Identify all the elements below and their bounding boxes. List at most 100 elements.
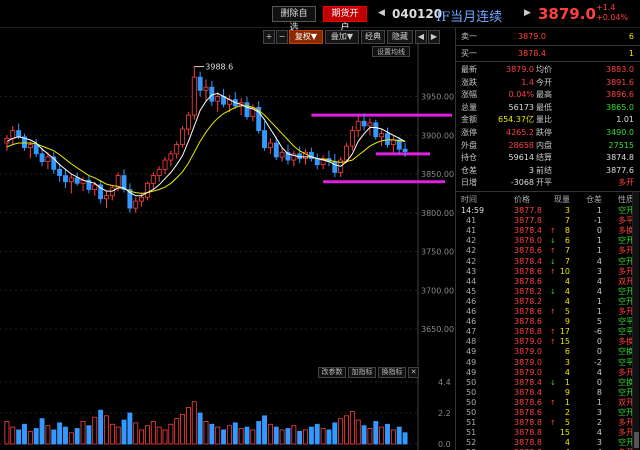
tick-row: 49 3879.0 4 4 多开	[456, 368, 640, 378]
tick-time: 42	[466, 246, 477, 256]
tick-volume: 9	[564, 317, 570, 327]
tick-volume: 6	[564, 236, 570, 246]
volume-bar	[308, 426, 314, 445]
price-tick-label: 3750.00	[421, 248, 454, 257]
stat-value: -3068	[510, 178, 534, 188]
candle-body	[139, 196, 145, 202]
candle-body	[45, 156, 51, 162]
candle-body	[104, 195, 109, 200]
tick-direction-icon: ↓	[550, 237, 556, 246]
volume-bar	[51, 429, 57, 445]
volume-bar	[133, 422, 139, 445]
add-indicator-button[interactable]: 加指标	[348, 367, 376, 378]
volume-bar	[355, 419, 361, 445]
tick-oi-change: 4	[596, 256, 602, 266]
prev-arrow-icon[interactable]: ◀	[378, 8, 385, 18]
stat-value: 多开	[618, 178, 634, 188]
volume-bar	[320, 428, 326, 445]
candle-body	[349, 130, 355, 147]
candle-body	[215, 96, 221, 102]
price-axis: 3950.00 3900.00 3850.00 3800.00 3750.00 3700.…	[421, 93, 454, 335]
scrollbar-thumb[interactable]	[634, 432, 639, 448]
tick-volume: 8	[564, 226, 570, 236]
sell1-qty: 6	[628, 32, 634, 41]
change-params-button[interactable]: 改参数	[318, 367, 346, 378]
tick-volume: 7	[564, 246, 570, 256]
next-arrow-icon[interactable]: ▶	[524, 8, 531, 18]
zoom-out-button[interactable]: −	[276, 30, 288, 44]
stat-value: 3879.0	[506, 65, 534, 74]
candle-body	[16, 130, 22, 138]
ticks-scrollbar[interactable]	[632, 192, 639, 450]
volume-bar	[402, 432, 408, 445]
volume-bar	[232, 422, 238, 445]
volume-bar	[27, 430, 33, 445]
switch-indicator-button[interactable]: 换指标	[378, 367, 406, 378]
stat-label: 外盘	[461, 140, 477, 150]
volume-tick-label: 2.2	[438, 409, 451, 418]
buy1-row: 买一 3878.4 1	[456, 48, 640, 59]
volume-chart[interactable]: 4.4 2.2 0.0	[0, 378, 455, 450]
tick-row: 47 3878.8 ↑ 17 -6 空平	[456, 327, 640, 337]
tick-price: 3878.8	[514, 418, 542, 428]
tick-oi-change: 1	[596, 206, 602, 215]
price-tick-label: 3850.00	[421, 170, 454, 179]
volume-bar	[104, 415, 109, 445]
tick-time: 48	[466, 337, 477, 347]
candle-body	[197, 76, 203, 91]
close-indicator-icon[interactable]: ✕	[408, 367, 419, 378]
candle-body	[262, 130, 267, 149]
tick-oi-change: 4	[596, 286, 602, 296]
restore-rights-button[interactable]: 复权▼	[289, 30, 323, 44]
volume-bar	[139, 429, 145, 445]
candle-body	[361, 120, 367, 127]
more-right-icon[interactable]: ▶	[428, 30, 440, 44]
volume-bar	[74, 428, 80, 445]
tick-volume: 3	[564, 357, 570, 367]
volume-bar	[92, 416, 98, 445]
tick-price: 3878.4	[514, 256, 542, 266]
tick-volume: 1	[564, 397, 570, 407]
tick-volume: 5	[564, 307, 570, 316]
stat-value: 0.04%	[508, 90, 534, 100]
candle-body	[344, 145, 349, 161]
tick-direction-icon: ↑	[550, 247, 556, 256]
tick-price: 3878.6	[514, 266, 542, 276]
kline-chart[interactable]: 3950.00 3900.00 3850.00 3800.00 3750.00 3700.…	[0, 44, 455, 366]
tick-price: 3878.6	[514, 246, 542, 256]
classic-button[interactable]: 经典	[361, 30, 385, 44]
overlay-button[interactable]: 叠加▼	[325, 30, 359, 44]
tick-row: 49 3879.0 3 -2 空平	[456, 358, 640, 368]
volume-bar	[121, 419, 127, 445]
stat-label: 今开	[536, 77, 552, 87]
tick-volume: 7	[564, 256, 570, 266]
tick-price: 3877.8	[514, 206, 542, 215]
volume-bar	[361, 425, 367, 445]
tick-row: 42 3878.4 ↓ 7 4 空开	[456, 257, 640, 267]
volume-bar	[39, 418, 45, 445]
tick-time: 49	[466, 367, 477, 377]
tick-time: 44	[466, 276, 477, 286]
header-bar: 删除自选 期货开户 ◀ 040120 IF当月连续 ▶ 3879.0 +1.4 …	[0, 0, 640, 33]
tick-time: 14:59	[461, 206, 485, 215]
open-account-button[interactable]: 期货开户	[323, 6, 367, 33]
ticks-header: 时间 价格 现量 仓差 性质	[456, 194, 640, 205]
tick-price: 3878.6	[514, 397, 542, 407]
zoom-in-button[interactable]: +	[263, 30, 275, 44]
candle-body	[390, 139, 396, 145]
hide-button[interactable]: 隐藏	[387, 30, 413, 44]
change-value: +1.4	[596, 3, 616, 12]
tick-oi-change: 5	[596, 317, 602, 327]
tick-row: 41 3878.4 ↑ 8 0 多换	[456, 226, 640, 236]
tick-time: 50	[466, 377, 477, 387]
candle-body	[273, 142, 279, 158]
stat-value: 3874.8	[606, 153, 634, 163]
volume-bars	[4, 401, 408, 445]
volume-bar	[197, 412, 203, 445]
remove-watchlist-button[interactable]: 删除自选	[272, 6, 316, 33]
stat-value: 3877.6	[606, 165, 634, 175]
more-left-icon[interactable]: ◀	[415, 30, 427, 44]
sell1-price: 3879.0	[518, 32, 546, 41]
tick-price: 3879.0	[514, 337, 542, 347]
stat-value: 3	[528, 165, 534, 175]
